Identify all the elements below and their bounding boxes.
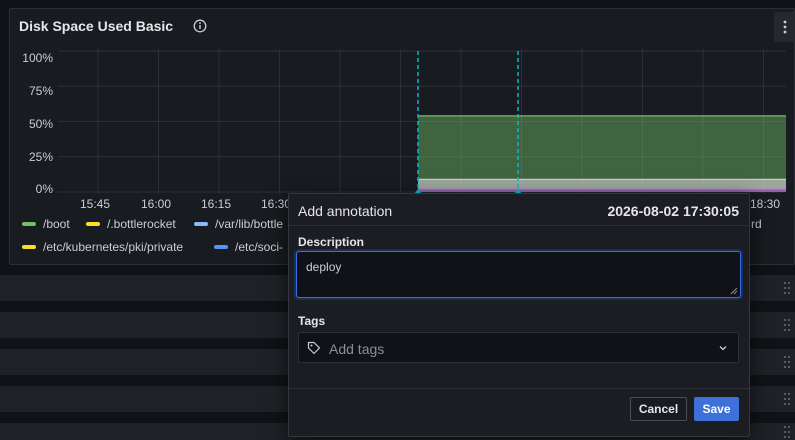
tags-input[interactable]: Add tags [298,332,739,363]
legend-label: /etc/kubernetes/pki/private [43,240,184,254]
kebab-menu-icon [783,20,787,34]
tags-placeholder: Add tags [329,341,385,357]
info-circle-icon[interactable] [193,19,207,33]
tags-label: Tags [298,314,326,328]
panel-title: Disk Space Used Basic [19,18,174,34]
drag-handle-icon[interactable] [783,424,791,440]
chevron-down-icon[interactable] [718,343,728,353]
legend-item[interactable]: /var/lib/bottle [194,217,283,231]
panel-menu-button[interactable] [774,12,795,42]
resize-grip-icon[interactable] [730,287,738,295]
legend-label: /etc/soci- [235,240,284,254]
area-band [418,179,786,190]
legend-item[interactable]: /etc/soci- [214,240,283,254]
drag-handle-icon[interactable] [783,354,791,370]
save-button[interactable]: Save [694,397,739,421]
cancel-button[interactable]: Cancel [630,397,687,421]
x-tick-label: 18:30 [750,197,781,211]
dashboard-root: Disk Space Used Basic 100% 75% 50% 25% 0… [0,0,795,440]
drag-handle-icon[interactable] [783,280,791,296]
description-value: deploy [306,260,342,274]
dialog-title: Add annotation [298,203,393,219]
y-tick-label: 50% [28,117,53,131]
drag-handle-icon[interactable] [783,317,791,333]
legend-label: /.bottlerocket [107,217,176,231]
legend-swatch [194,222,208,226]
x-tick-label: 16:30 [261,197,292,211]
legend-label: /var/lib/bottle [215,217,284,231]
add-annotation-dialog: Add annotation 2026-08-02 17:30:05 Descr… [288,193,750,437]
legend-item[interactable]: /.bottlerocket [86,217,176,231]
y-tick-label: 0% [35,182,53,196]
area-band [418,115,786,180]
chart-plot[interactable] [58,49,786,194]
legend-item[interactable]: rd [751,217,762,231]
dialog-divider [289,388,749,389]
legend-item[interactable]: /etc/kubernetes/pki/private [22,240,183,254]
description-label: Description [298,235,365,249]
x-tick-label: 16:00 [141,197,172,211]
legend-label: /boot [43,217,70,231]
y-tick-label: 100% [22,51,53,65]
description-textarea[interactable]: deploy [296,251,741,298]
drag-handle-icon[interactable] [783,391,791,407]
y-tick-label: 75% [28,84,53,98]
annotation-timestamp: 2026-08-02 17:30:05 [607,203,739,219]
legend-swatch [22,222,36,226]
area-series [418,115,786,192]
tag-icon [307,341,321,355]
y-tick-label: 25% [28,150,53,164]
x-tick-label: 16:15 [201,197,232,211]
legend-label: rd [751,217,762,231]
x-tick-label: 15:45 [80,197,111,211]
legend-swatch [86,222,100,226]
legend-swatch [214,245,228,249]
legend-item[interactable]: /boot [22,217,70,231]
dialog-header: Add annotation 2026-08-02 17:30:05 [289,194,749,226]
legend-swatch [22,245,36,249]
